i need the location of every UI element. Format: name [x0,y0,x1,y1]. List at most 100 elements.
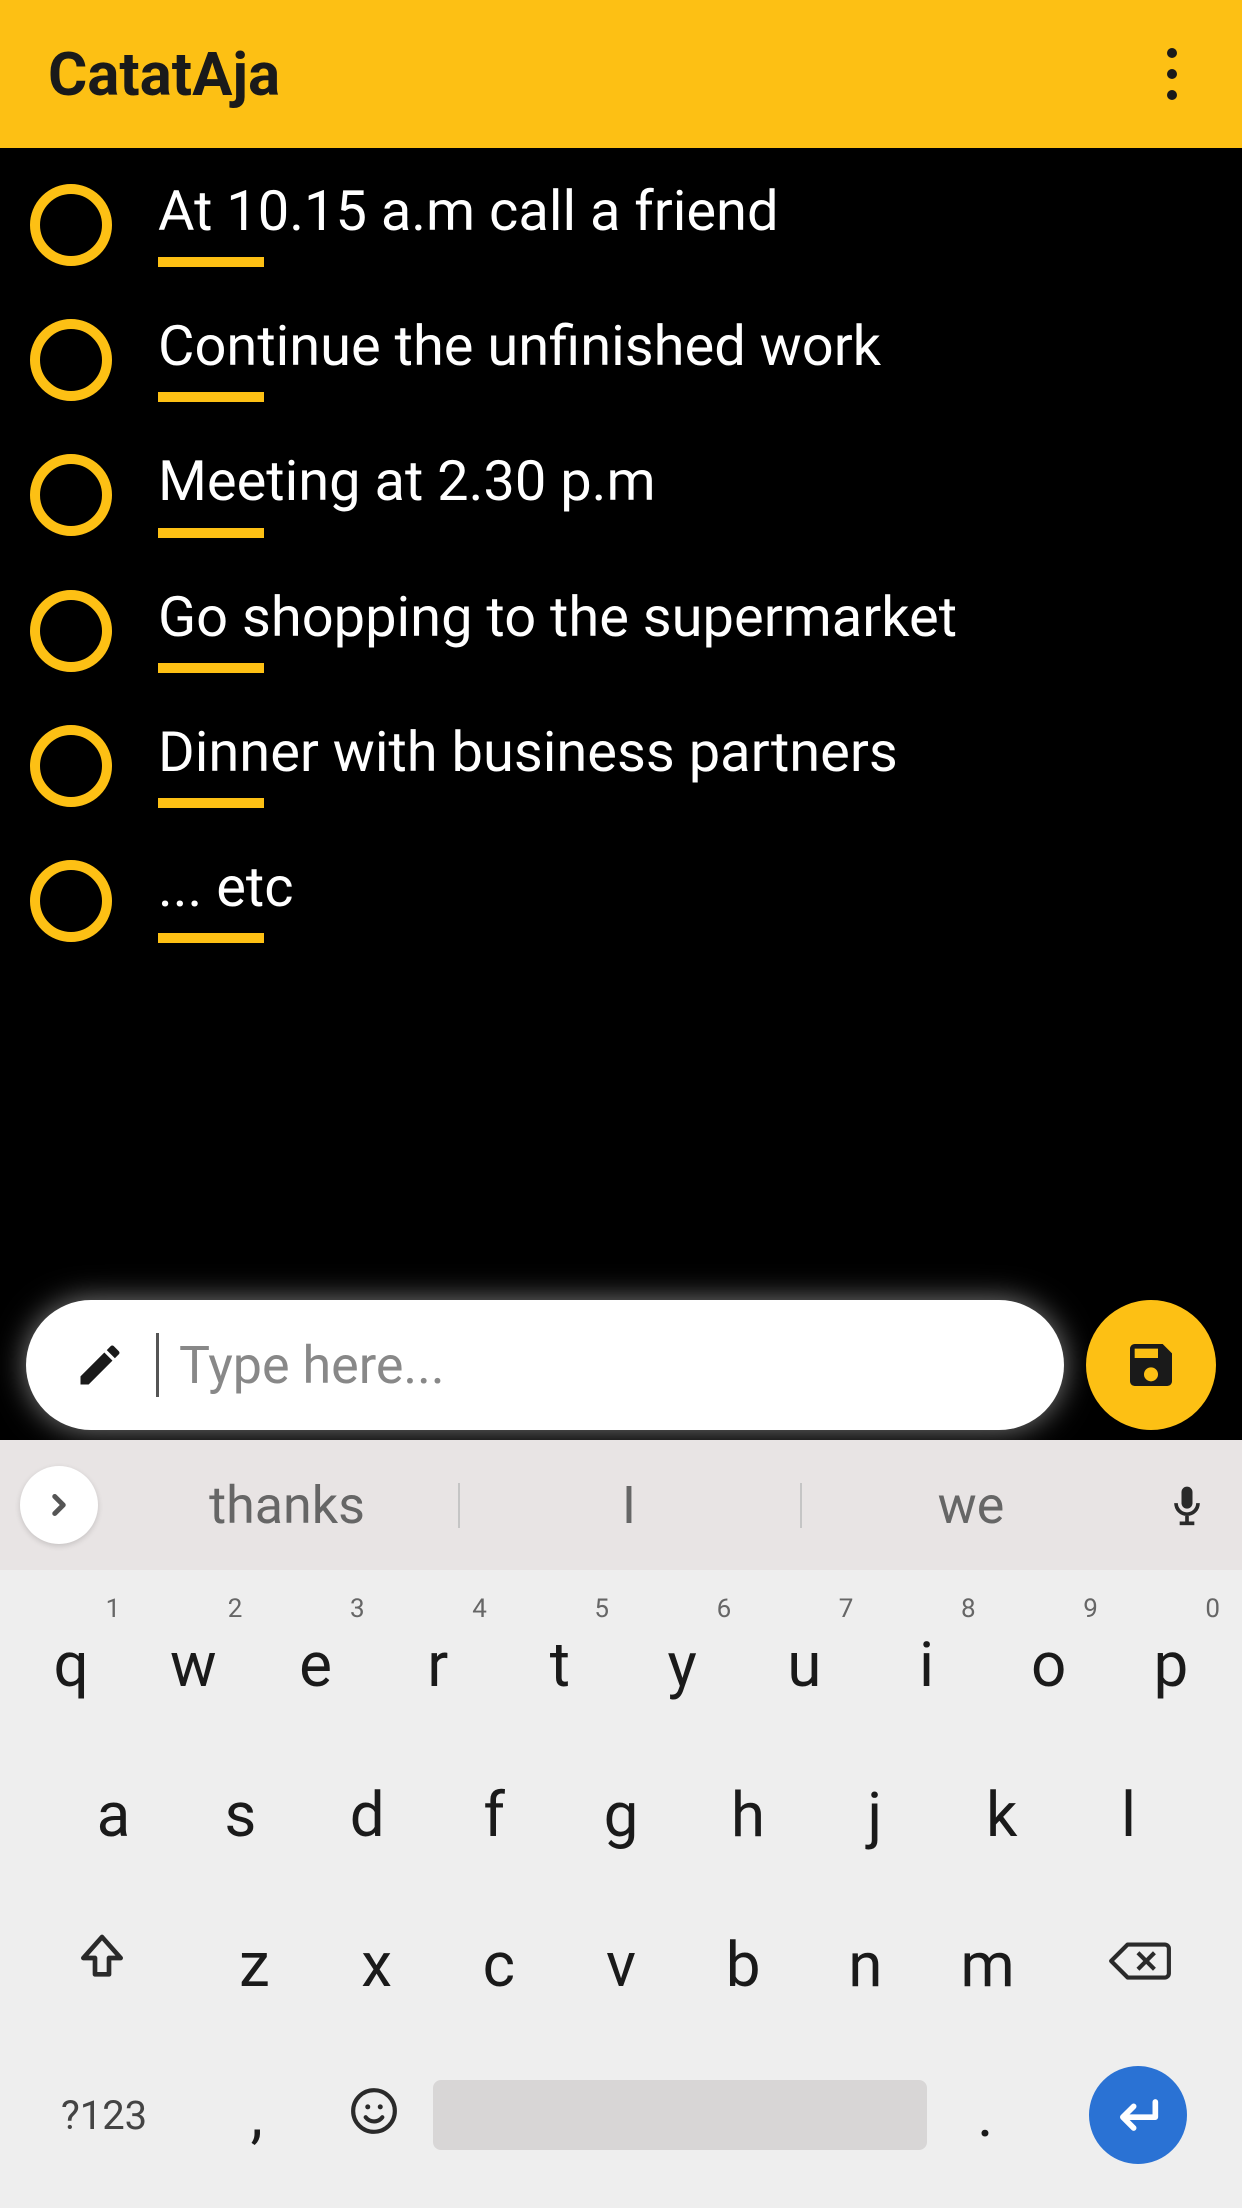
task-item[interactable]: Meeting at 2.30 p.m [30,448,1212,537]
key-super: 1 [106,1594,121,1624]
overflow-menu-button[interactable] [1142,29,1202,119]
note-input-field[interactable] [26,1300,1064,1430]
key-o[interactable]: 9o [988,1590,1110,1740]
key-k[interactable]: k [938,1740,1065,1890]
period-key[interactable]: . [927,2040,1045,2190]
key-u[interactable]: 7u [743,1590,865,1740]
unchecked-circle-icon[interactable] [30,725,112,807]
key-super: 5 [594,1594,609,1624]
microphone-icon [1165,1476,1209,1534]
task-item[interactable]: ... etc [30,854,1212,943]
task-item[interactable]: Continue the unfinished work [30,313,1212,402]
shift-key[interactable] [10,1890,193,2040]
enter-key[interactable] [1044,2040,1232,2190]
task-underline [158,257,264,267]
key-i[interactable]: 8i [865,1590,987,1740]
task-text-wrap: Meeting at 2.30 p.m [158,448,656,537]
key-h[interactable]: h [684,1740,811,1890]
key-z[interactable]: z [193,1890,315,2040]
task-text: At 10.15 a.m call a friend [158,178,779,245]
app-header: CatatAja [0,0,1242,148]
key-a[interactable]: a [50,1740,177,1890]
task-text: Continue the unfinished work [158,313,881,380]
note-text-input[interactable] [179,1335,1024,1396]
task-text-wrap: Go shopping to the supermarket [158,584,957,673]
key-n[interactable]: n [804,1890,926,2040]
key-row-3: zxcvbnm [0,1890,1242,2040]
symbols-key[interactable]: ?123 [10,2040,198,2190]
key-m[interactable]: m [927,1890,1049,2040]
key-b[interactable]: b [682,1890,804,2040]
key-row-2: asdfghjkl [0,1740,1242,1890]
emoji-key[interactable] [316,2040,434,2190]
key-f[interactable]: f [431,1740,558,1890]
suggestion-1[interactable]: thanks [116,1465,458,1546]
key-g[interactable]: g [558,1740,685,1890]
key-rows: 1q2w3e4r5t6y7u8i9o0p asdfghjkl zxcvbnm [0,1570,1242,2208]
dots-vertical-icon [1167,48,1177,58]
task-underline [158,392,264,402]
key-p[interactable]: 0p [1110,1590,1232,1740]
key-super: 0 [1205,1594,1220,1624]
task-list: At 10.15 a.m call a friend Continue the u… [0,148,1242,943]
task-item[interactable]: Dinner with business partners [30,719,1212,808]
app-title: CatatAja [48,39,1142,110]
task-text-wrap: Continue the unfinished work [158,313,881,402]
backspace-icon [1107,1929,1173,2002]
expand-suggestions-button[interactable] [20,1466,98,1544]
shift-icon [74,1929,130,2002]
text-cursor [156,1333,159,1397]
task-underline [158,933,264,943]
task-item[interactable]: At 10.15 a.m call a friend [30,178,1212,267]
save-button[interactable] [1086,1300,1216,1430]
suggestion-3[interactable]: we [800,1465,1142,1546]
task-text: ... etc [158,854,294,921]
key-r[interactable]: 4r [377,1590,499,1740]
key-e[interactable]: 3e [254,1590,376,1740]
save-icon [1123,1337,1179,1393]
unchecked-circle-icon[interactable] [30,454,112,536]
key-row-4: ?123 , . [0,2040,1242,2190]
key-q[interactable]: 1q [10,1590,132,1740]
task-text-wrap: At 10.15 a.m call a friend [158,178,779,267]
key-j[interactable]: j [811,1740,938,1890]
key-super: 6 [717,1594,732,1624]
key-v[interactable]: v [560,1890,682,2040]
key-w[interactable]: 2w [132,1590,254,1740]
emoji-icon [349,2079,399,2152]
space-key[interactable] [433,2040,927,2190]
task-text: Dinner with business partners [158,719,898,786]
compose-bar [0,1290,1242,1440]
key-y[interactable]: 6y [621,1590,743,1740]
pencil-icon [74,1339,126,1391]
key-super: 4 [472,1594,487,1624]
unchecked-circle-icon[interactable] [30,184,112,266]
task-text: Meeting at 2.30 p.m [158,448,656,515]
unchecked-circle-icon[interactable] [30,590,112,672]
chevron-right-icon [42,1488,76,1522]
task-underline [158,663,264,673]
task-text: Go shopping to the supermarket [158,584,957,651]
unchecked-circle-icon[interactable] [30,319,112,401]
task-underline [158,528,264,538]
key-super: 8 [961,1594,976,1624]
key-s[interactable]: s [177,1740,304,1890]
task-item[interactable]: Go shopping to the supermarket [30,584,1212,673]
key-super: 7 [839,1594,854,1624]
key-super: 2 [228,1594,243,1624]
key-d[interactable]: d [304,1740,431,1890]
suggestion-2[interactable]: I [458,1465,800,1546]
enter-icon [1089,2066,1187,2164]
key-row-1: 1q2w3e4r5t6y7u8i9o0p [0,1590,1242,1740]
unchecked-circle-icon[interactable] [30,860,112,942]
key-c[interactable]: c [438,1890,560,2040]
task-text-wrap: ... etc [158,854,294,943]
key-x[interactable]: x [316,1890,438,2040]
key-l[interactable]: l [1065,1740,1192,1890]
on-screen-keyboard: thanks I we 1q2w3e4r5t6y7u8i9o0p asdfghj… [0,1440,1242,2208]
comma-key[interactable]: , [198,2040,316,2190]
voice-input-button[interactable] [1152,1476,1222,1534]
suggestion-bar: thanks I we [0,1440,1242,1570]
key-t[interactable]: 5t [499,1590,621,1740]
backspace-key[interactable] [1049,1890,1232,2040]
